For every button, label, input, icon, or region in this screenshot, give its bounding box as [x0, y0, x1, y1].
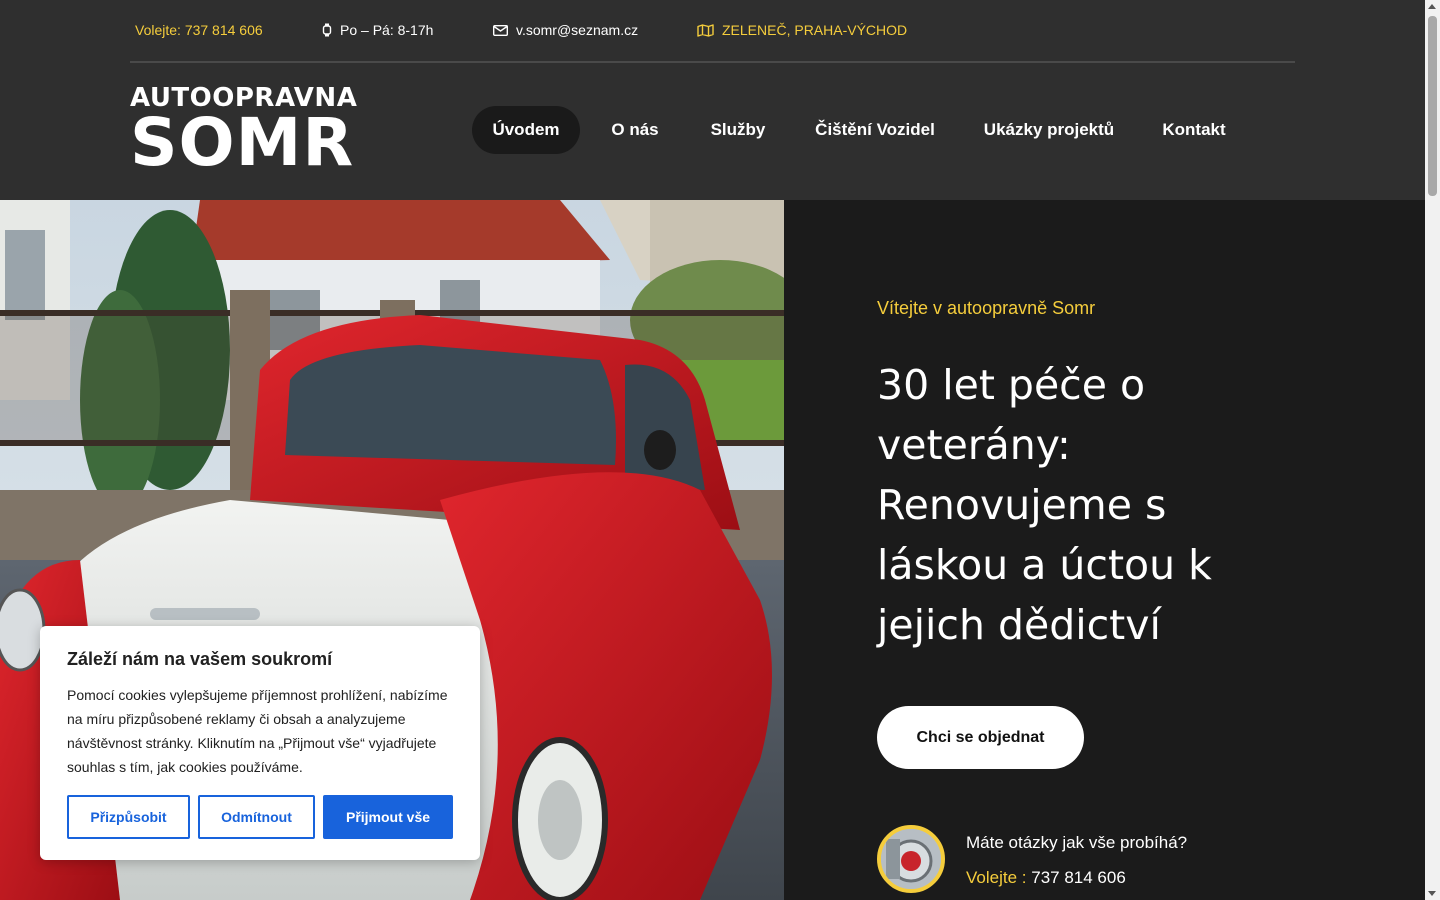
nav-item-uvodem[interactable]: Úvodem [472, 106, 580, 154]
cookie-customize-button[interactable]: Přizpůsobit [67, 795, 190, 839]
site-logo[interactable]: AUTOOPRAVNA SOMR [130, 84, 357, 181]
topbar-hours-text: Po – Pá: 8-17h [340, 22, 434, 38]
nav-item-ukazky-projektu[interactable]: Ukázky projektů [982, 106, 1116, 154]
envelope-icon [493, 24, 508, 36]
nav-item-cisteni-vozidel[interactable]: Čištění Vozidel [812, 106, 938, 154]
topbar-phone-text[interactable]: Volejte: 737 814 606 [135, 22, 263, 38]
topbar-phone[interactable]: Volejte: 737 814 606 [135, 22, 263, 38]
contact-phone-label: Volejte : [966, 868, 1027, 887]
contact-topbar: Volejte: 737 814 606 Po – Pá: 8-17h v.so… [130, 0, 1295, 63]
contact-phone[interactable]: Volejte : 737 814 606 [966, 868, 1126, 888]
scroll-up-arrow-icon[interactable] [1428, 4, 1436, 9]
contact-phone-number[interactable]: 737 814 606 [1031, 868, 1126, 887]
cookie-consent-dialog: Záleží nám na vašem soukromí Pomocí cook… [40, 626, 480, 860]
nav-item-o-nas[interactable]: O nás [600, 106, 670, 154]
topbar-email-text[interactable]: v.somr@seznam.cz [516, 22, 638, 38]
topbar-location[interactable]: ZELENEČ, PRAHA-VÝCHOD [697, 22, 907, 38]
map-icon [697, 23, 714, 37]
hero-welcome: Vítejte v autoopravně Somr [877, 298, 1096, 318]
scroll-down-arrow-icon[interactable] [1428, 891, 1436, 896]
cookie-reject-button[interactable]: Odmítnout [198, 795, 315, 839]
contact-avatar [877, 825, 945, 893]
cookie-accept-button[interactable]: Přijmout vše [323, 795, 453, 839]
logo-line2: SOMR [130, 104, 355, 181]
nav-item-kontakt[interactable]: Kontakt [1159, 106, 1229, 154]
cookie-title: Záleží nám na vašem soukromí [67, 649, 333, 669]
watch-icon [322, 23, 332, 37]
scrollbar-thumb[interactable] [1428, 16, 1437, 196]
hero-headline: 30 let péče o veterány: Renovujeme s lás… [877, 361, 1212, 649]
topbar-hours: Po – Pá: 8-17h [322, 22, 433, 38]
order-button[interactable]: Chci se objednat [877, 706, 1084, 769]
topbar-email[interactable]: v.somr@seznam.cz [493, 22, 638, 38]
site-header: Volejte: 737 814 606 Po – Pá: 8-17h v.so… [0, 0, 1425, 200]
cookie-text: Pomocí cookies vylepšujeme příjemnost pr… [67, 687, 448, 775]
topbar-location-text[interactable]: ZELENEČ, PRAHA-VÝCHOD [722, 22, 907, 38]
contact-question: Máte otázky jak vše probíhá? [966, 833, 1188, 852]
page-scrollbar[interactable] [1425, 0, 1440, 900]
nav-item-sluzby[interactable]: Služby [700, 106, 776, 154]
